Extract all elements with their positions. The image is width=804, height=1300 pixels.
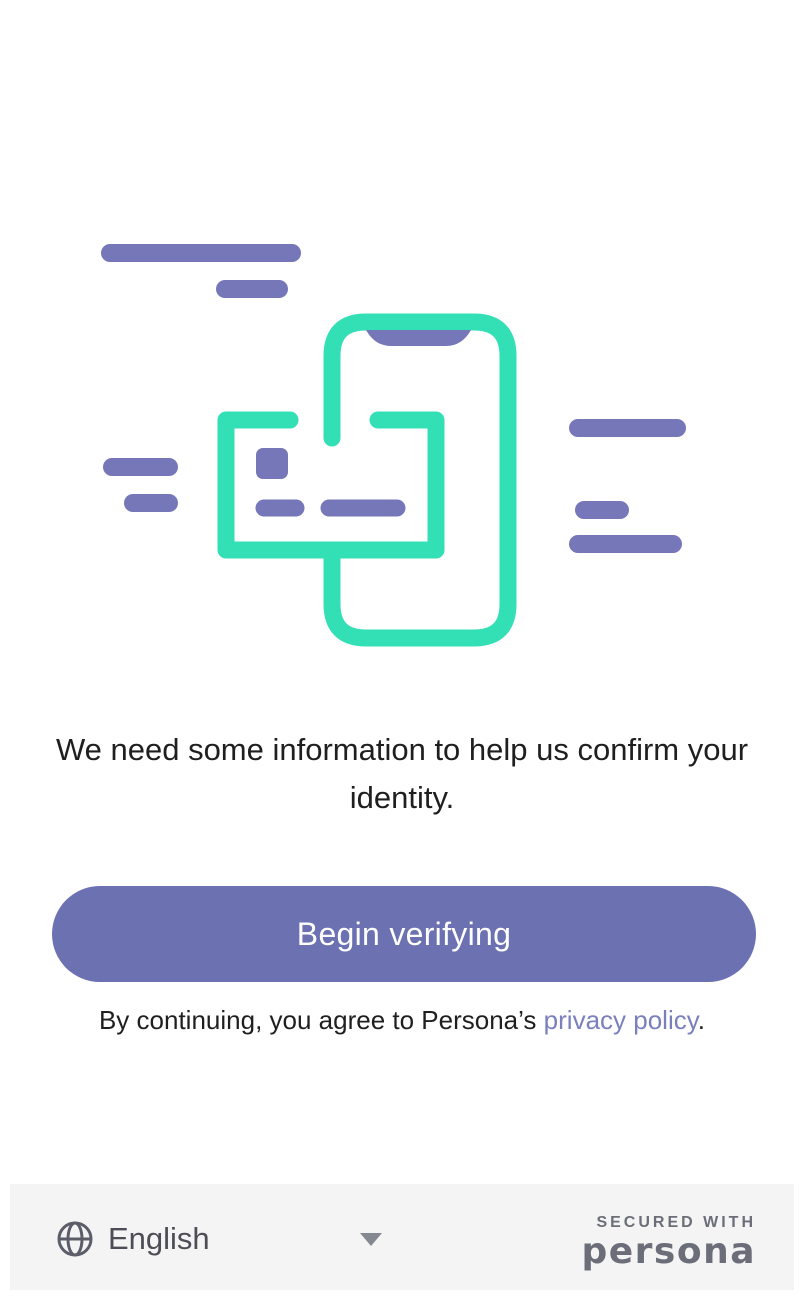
globe-icon [57, 1221, 93, 1257]
consent-text: By continuing, you agree to Persona’s pr… [30, 1000, 774, 1040]
language-selector[interactable]: English [56, 1214, 386, 1264]
secured-by-badge: SECURED WITH persona [581, 1214, 756, 1272]
phone-notch [366, 330, 471, 346]
secured-with-label: SECURED WITH [596, 1214, 756, 1231]
footer: English SECURED WITH persona [10, 1184, 794, 1290]
privacy-policy-link[interactable]: privacy policy [544, 1005, 698, 1035]
identity-verification-illustration [101, 244, 686, 647]
consent-prefix: By continuing, you agree to Persona’s [98, 1005, 544, 1035]
language-label: English [108, 1221, 210, 1256]
persona-logo: persona [581, 1231, 756, 1272]
id-card-photo [256, 448, 288, 479]
begin-verifying-button[interactable]: Begin verifying [52, 886, 756, 982]
intro-text: We need some information to help us conf… [55, 732, 749, 815]
consent-suffix: . [697, 1005, 706, 1035]
phone-outline [323, 313, 517, 647]
caret-down-icon [360, 1233, 382, 1246]
